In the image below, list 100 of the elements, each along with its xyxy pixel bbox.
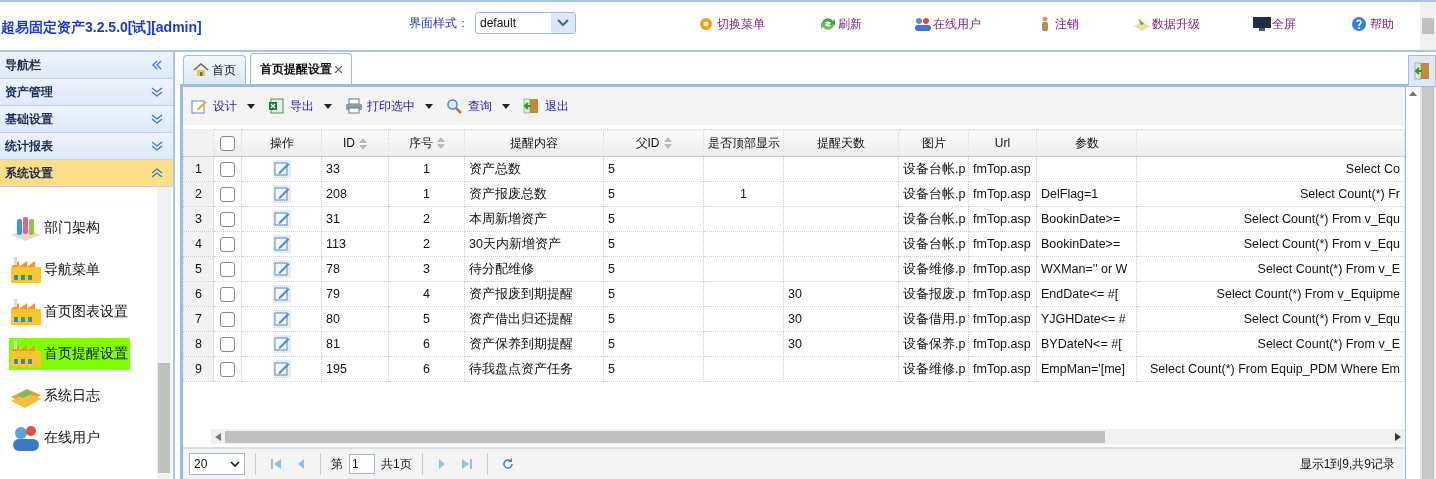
accordion-header[interactable]: 统计报表 (0, 133, 173, 160)
edit-icon[interactable] (272, 210, 291, 228)
scrollbar[interactable] (157, 187, 171, 479)
table-cell: 5 (608, 337, 615, 351)
menu-item[interactable]: 系统日志 (9, 380, 102, 412)
scrollbar[interactable] (1405, 87, 1420, 479)
factory-icon (9, 297, 43, 327)
table-cell: fmTop.asp (973, 262, 1031, 276)
edit-icon[interactable] (272, 285, 291, 303)
column-header[interactable]: 提醒内容 (464, 129, 604, 157)
row-number: 8 (183, 331, 214, 357)
row-number: 7 (183, 306, 214, 332)
row-checkbox[interactable] (220, 311, 235, 327)
header-link[interactable]: 注销 (1036, 15, 1133, 33)
scrollbar[interactable] (1420, 2, 1436, 50)
close-icon[interactable] (335, 65, 342, 73)
table-cell: fmTop.asp (973, 212, 1031, 226)
table-cell: 30 (788, 312, 802, 326)
tab[interactable]: 首页 (183, 55, 246, 84)
header-link[interactable]: 切换菜单 (698, 15, 819, 33)
first-page-icon[interactable] (270, 458, 282, 470)
header-link[interactable]: 全屏 (1253, 15, 1351, 33)
column-header[interactable]: 图片 (898, 129, 969, 157)
column-header[interactable]: ID (321, 129, 389, 157)
exit-icon (523, 98, 541, 114)
edit-icon[interactable] (272, 235, 291, 253)
page-size-select[interactable]: 20 (189, 453, 245, 475)
spreadsheet-icon (268, 98, 286, 114)
row-number: 2 (183, 181, 214, 207)
table-cell: 5 (608, 312, 615, 326)
edit-icon (191, 98, 209, 114)
scrollbar[interactable] (1420, 87, 1436, 479)
table-cell: 5 (608, 287, 615, 301)
toolbar-button[interactable]: 设计 (191, 97, 255, 115)
last-page-icon[interactable] (460, 458, 473, 470)
column-header[interactable]: Url (968, 129, 1037, 157)
scroll-left-icon[interactable] (215, 432, 221, 441)
scroll-up-icon[interactable] (1409, 91, 1417, 96)
header-link[interactable]: 数据升级 (1133, 15, 1253, 33)
table-cell: 资产保养到期提醒 (469, 336, 573, 351)
edit-icon[interactable] (272, 310, 291, 328)
table-cell: fmTop.asp (973, 287, 1031, 301)
column-header[interactable]: 是否顶部显示 (703, 129, 784, 157)
table-cell: YJGHDate<= # (1041, 312, 1126, 326)
edit-icon[interactable] (272, 260, 291, 278)
caret-icon (247, 103, 255, 109)
table-cell: 本周新增资产 (469, 211, 547, 226)
refresh-icon[interactable] (501, 458, 514, 470)
column-header[interactable]: 提醒天数 (783, 129, 899, 157)
toolbar-button[interactable]: 查询 (446, 97, 510, 115)
style-select[interactable]: default (475, 12, 576, 34)
accordion-header[interactable]: 资产管理 (0, 79, 173, 106)
chevron-up-icon (151, 168, 163, 178)
page-input[interactable]: 1 (349, 454, 375, 474)
table-cell: 4 (423, 287, 430, 301)
menu-item[interactable]: 导航菜单 (9, 254, 102, 286)
table-cell: 设备维修.p (903, 361, 966, 376)
column-header[interactable]: 父ID (603, 129, 704, 157)
row-checkbox[interactable] (220, 361, 235, 377)
table-cell: 5 (608, 187, 615, 201)
edit-icon[interactable] (272, 360, 291, 378)
row-checkbox[interactable] (220, 261, 235, 277)
menu-item[interactable]: 首页提醒设置 (9, 338, 130, 370)
row-checkbox[interactable] (220, 336, 235, 352)
next-page-icon[interactable] (436, 458, 447, 470)
toolbar-button[interactable]: 导出 (268, 97, 332, 115)
header-link[interactable]: 刷新 (819, 15, 914, 33)
factory-icon (9, 255, 43, 285)
table-cell: Select Count(*) From v_Equ (1243, 212, 1400, 226)
scrollbar[interactable] (211, 429, 1405, 444)
collapse-icon[interactable] (151, 60, 163, 70)
table-cell: 1 (740, 187, 747, 201)
column-header[interactable]: 序号 (388, 129, 465, 157)
row-checkbox[interactable] (220, 211, 235, 227)
toolbar-button[interactable]: 打印选中 (345, 97, 433, 115)
table-cell: 5 (608, 262, 615, 276)
accordion-header[interactable]: 系统设置 (0, 160, 173, 187)
row-checkbox[interactable] (220, 286, 235, 302)
column-header[interactable]: 参数 (1036, 129, 1137, 157)
edit-icon[interactable] (272, 160, 291, 178)
exit-button[interactable] (1408, 55, 1436, 87)
toolbar-button[interactable]: 退出 (523, 97, 569, 115)
header-link[interactable]: 在线用户 (914, 15, 1036, 33)
menu-item[interactable]: 首页图表设置 (9, 296, 130, 328)
column-header[interactable]: 操作 (241, 129, 322, 157)
accordion-header[interactable]: 基础设置 (0, 106, 173, 133)
previous-page-icon[interactable] (296, 458, 306, 470)
tab[interactable]: 首页提醒设置 (250, 53, 352, 84)
row-checkbox[interactable] (220, 161, 235, 177)
menu-item[interactable]: 在线用户 (9, 422, 102, 454)
edit-icon[interactable] (272, 335, 291, 353)
table-cell: EmpMan='[me] (1041, 362, 1125, 376)
row-checkbox[interactable] (220, 186, 235, 202)
row-checkbox[interactable] (220, 236, 235, 252)
row-number: 6 (183, 281, 214, 307)
select-all-checkbox[interactable] (220, 135, 235, 151)
scroll-right-icon[interactable] (1395, 432, 1401, 441)
header-link[interactable]: 帮助 (1351, 15, 1411, 33)
edit-icon[interactable] (272, 185, 291, 203)
menu-item[interactable]: 部门架构 (9, 212, 102, 244)
